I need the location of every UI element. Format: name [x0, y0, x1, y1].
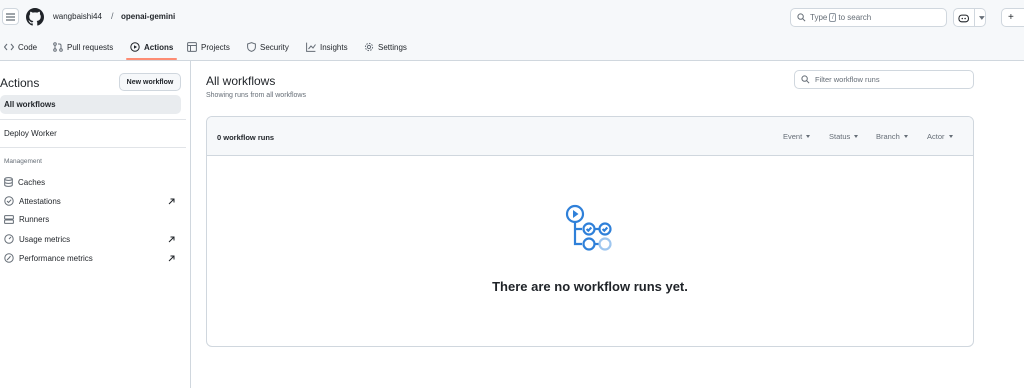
tab-pull-requests-label: Pull requests: [67, 42, 114, 52]
sidebar-item-label: Usage metrics: [19, 234, 71, 244]
chevron-down-icon: [854, 135, 859, 138]
page-title: All workflows: [206, 74, 276, 88]
actor-filter-label: Actor: [927, 132, 945, 141]
chevron-down-icon: [806, 135, 811, 138]
graph-icon: [306, 42, 316, 52]
sidebar-divider: [0, 119, 186, 120]
sidebar-divider: [0, 147, 186, 148]
tab-code[interactable]: Code: [4, 40, 37, 54]
copilot-divider: [974, 8, 976, 27]
runs-count: 0 workflow runs: [217, 133, 275, 142]
sidebar-item-runners[interactable]: Runners: [4, 215, 49, 224]
chevron-down-icon[interactable]: [979, 15, 986, 20]
tab-projects-label: Projects: [201, 42, 230, 52]
management-heading: Management: [4, 158, 42, 165]
tab-security[interactable]: Security: [247, 40, 289, 54]
tab-actions[interactable]: Actions: [130, 40, 173, 54]
sidebar-item-deploy-worker[interactable]: Deploy Worker: [4, 129, 57, 138]
sidebar-item-caches[interactable]: Caches: [4, 177, 45, 187]
chevron-down-icon: [903, 135, 908, 138]
meter-icon: [4, 234, 14, 244]
search-suffix: to search: [838, 13, 872, 22]
event-filter-label: Event: [783, 132, 803, 141]
hamburger-icon: [6, 12, 15, 21]
verified-icon: [4, 196, 14, 206]
workflow-runs-panel: 0 workflow runs Event Status Branch Acto…: [206, 116, 974, 347]
code-icon: [4, 43, 14, 51]
sidebar-item-label: Attestations: [19, 196, 61, 206]
sidebar-item-label: Performance metrics: [19, 253, 93, 263]
tab-code-label: Code: [18, 42, 38, 52]
path-separator: /: [111, 11, 114, 21]
status-filter[interactable]: Status: [829, 132, 859, 141]
stopwatch-icon: [4, 253, 14, 263]
external-link-icon: [168, 236, 175, 243]
sidebar-title: Actions: [0, 76, 40, 90]
filter-placeholder: Filter workflow runs: [815, 75, 880, 84]
actor-filter[interactable]: Actor: [927, 132, 953, 141]
gear-icon: [364, 42, 374, 52]
tab-insights-label: Insights: [320, 42, 348, 52]
external-link-icon: [168, 255, 175, 262]
play-circle-icon: [130, 42, 140, 52]
chevron-down-icon: [948, 135, 953, 138]
shield-icon: [247, 42, 256, 52]
copilot-icon: [958, 14, 969, 22]
pull-request-icon: [53, 42, 63, 52]
workflow-runs-header: 0 workflow runs Event Status Branch Acto…: [207, 117, 973, 156]
sidebar-border: [190, 61, 191, 388]
tab-actions-label: Actions: [144, 42, 174, 52]
tab-settings[interactable]: Settings: [364, 40, 407, 54]
plus-icon: +: [1008, 12, 1014, 23]
table-icon: [187, 42, 197, 52]
new-workflow-button[interactable]: New workflow: [119, 73, 181, 91]
search-icon: [797, 13, 806, 22]
search-prefix: Type: [810, 13, 828, 22]
tab-pull-requests[interactable]: Pull requests: [53, 40, 113, 54]
sidebar-item-usage-metrics[interactable]: Usage metrics: [4, 234, 70, 244]
tab-security-label: Security: [260, 42, 289, 52]
sidebar-item-all-workflows[interactable]: All workflows: [0, 95, 181, 114]
sidebar-item-performance-metrics[interactable]: Performance metrics: [4, 253, 93, 263]
search-shortcut-key: /: [829, 13, 837, 22]
sidebar-item-label: Caches: [18, 177, 46, 187]
filter-workflow-runs-input[interactable]: Filter workflow runs: [794, 70, 974, 89]
external-link-icon: [168, 198, 175, 205]
status-filter-label: Status: [829, 132, 851, 141]
sidebar-item-attestations[interactable]: Attestations: [4, 196, 61, 206]
database-icon: [4, 177, 13, 187]
sidebar-item-label: Runners: [19, 215, 50, 224]
repo-link[interactable]: openai-gemini: [121, 12, 175, 21]
tab-insights[interactable]: Insights: [306, 40, 348, 54]
create-new-button[interactable]: +: [1001, 8, 1024, 27]
server-icon: [4, 215, 14, 224]
branch-filter[interactable]: Branch: [876, 132, 908, 141]
owner-link[interactable]: wangbaishi44: [53, 12, 102, 21]
workflow-graph-icon: [565, 204, 612, 251]
active-tab-indicator: [126, 58, 177, 60]
copilot-button[interactable]: [953, 8, 986, 27]
search-icon: [801, 75, 810, 84]
event-filter[interactable]: Event: [783, 132, 811, 141]
tab-projects[interactable]: Projects: [187, 40, 230, 54]
global-search[interactable]: Type / to search: [790, 8, 947, 27]
empty-state-message: There are no workflow runs yet.: [492, 279, 688, 294]
menu-button[interactable]: [2, 8, 19, 25]
page-subtitle: Showing runs from all workflows: [206, 92, 306, 99]
github-logo-icon[interactable]: [26, 8, 44, 26]
tab-settings-label: Settings: [378, 42, 407, 52]
branch-filter-label: Branch: [876, 132, 900, 141]
